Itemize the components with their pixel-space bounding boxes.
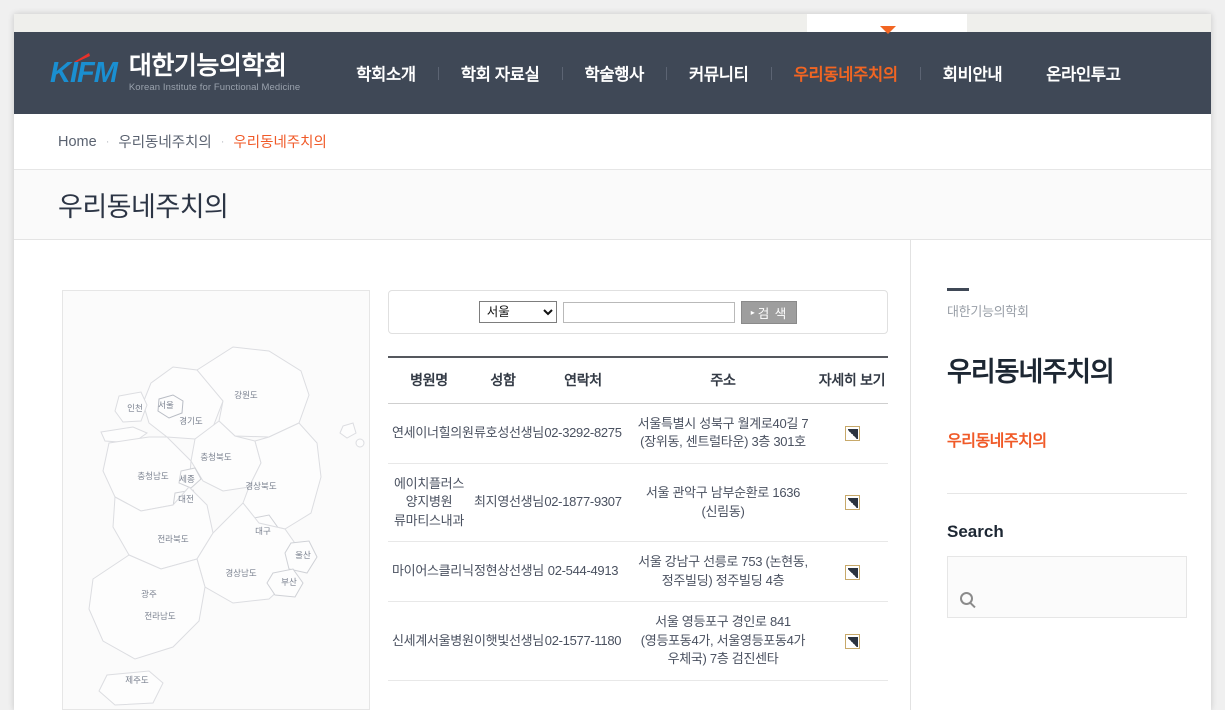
map-label-3[interactable]: 강원도 [234,390,258,400]
sidebar-eyebrow: 대한기능의학회 [947,304,1029,319]
map-label-14[interactable]: 광주 [141,589,157,599]
col-address: 주소 [630,356,816,404]
main-content: 인천 서울경기도 강원도충청북도충청남도 세종대전 경상북도전라북도 대구울산경상남도부산… [14,240,910,710]
map-label-10[interactable]: 대구 [255,526,271,536]
sidebar: 대한기능의학회 우리동네주치의 우리동네주치의 Search [910,240,1211,710]
nav-item-2[interactable]: 학술행사 [563,61,667,85]
map-label-4[interactable]: 충청북도 [200,452,231,462]
external-link-icon[interactable] [844,633,860,649]
sidebar-title: 우리동네주치의 [947,357,1115,387]
clinic-list-column: 서울 ▸ 검 색 병원명 성함 연락처 주소 자세히 보기 연세이너힐의원 류호… [388,290,888,710]
cell-contact: 02-3292-8275 [536,403,630,464]
chevron-down-icon [880,26,896,34]
nav-item-5[interactable]: 회비안내 [921,61,1025,85]
nav-item-4[interactable]: 우리동네주치의 [772,61,920,85]
map-label-1[interactable]: 서울 [158,400,174,410]
cell-contact: 02-1877-9307 [536,463,630,543]
map-label-5[interactable]: 충청남도 [137,471,168,481]
korea-region-map[interactable]: 인천 서울경기도 강원도충청북도충청남도 세종대전 경상북도전라북도 대구울산경상남도부산… [62,290,370,710]
sidebar-search-input[interactable] [947,556,1187,618]
caret-right-icon: ▸ [750,307,756,317]
cell-details [816,541,888,603]
cell-doctor: 류호성선생님 [470,403,544,464]
keyword-input[interactable] [562,301,735,323]
sidebar-search-heading: Search [947,522,1004,541]
breadcrumb: Home · 우리동네주치의 · 우리동네주치의 [14,114,1211,170]
logo-abbr: KIFM [50,52,118,90]
map-label-12[interactable]: 경상남도 [225,568,256,578]
nav-dropdown-strip [14,14,1211,34]
breadcrumb-level1[interactable]: 우리동네주치의 [118,131,211,152]
page-container: KIFM 대한기능의학회 Korean Institute for Functi… [14,14,1211,710]
breadcrumb-home[interactable]: Home [58,134,97,150]
map-label-6[interactable]: 세종 [179,474,195,484]
logo-name-en: Korean Institute for Functional Medicine [128,81,301,93]
cell-hospital: 마이어스클리닉 [388,541,474,603]
cell-details [816,463,888,543]
cell-contact: 02-1577-1180 [536,601,630,681]
external-link-icon[interactable] [844,426,860,442]
logo-swoosh-icon [74,52,90,62]
table-row: 에이치플러스 양지병원 류마티스내과 최지영선생님 02-1877-9307 서울 관… [388,463,888,543]
map-label-9[interactable]: 전라북도 [157,534,188,544]
map-label-7[interactable]: 대전 [178,494,194,504]
cell-doctor: 이햇빛선생님 [470,601,544,681]
sidebar-dash [947,288,969,291]
cell-hospital: 연세이너힐의원 [388,403,474,464]
map-label-8[interactable]: 경상북도 [245,481,276,491]
breadcrumb-separator: · [105,135,110,148]
map-label-16[interactable]: 제주도 [125,675,149,685]
col-doctor: 성함 [470,356,536,404]
main-navigation: 학회소개 학회 자료실 학술행사 커뮤니티 우리동네주치의 회비안내 온라인투고 [334,61,1142,85]
cell-hospital: 신세계서울병원 [388,601,474,681]
map-label-0[interactable]: 인천 [127,403,143,413]
cell-details [816,403,888,464]
map-label-13[interactable]: 부산 [281,577,297,587]
nav-item-3[interactable]: 커뮤니티 [667,61,771,85]
cell-hospital: 에이치플러스 양지병원 류마티스내과 [388,463,470,543]
search-button[interactable]: ▸ 검 색 [740,300,798,324]
breadcrumb-level2: 우리동네주치의 [233,135,327,151]
external-link-icon[interactable] [844,564,860,580]
table-row: 마이어스클리닉 정현상선생님 02-544-4913 서울 강남구 선릉로 753 (… [388,541,888,603]
map-label-11[interactable]: 울산 [295,550,311,560]
map-label-15[interactable]: 전라남도 [144,611,175,621]
col-hospital: 병원명 [388,356,470,404]
nav-item-1[interactable]: 학회 자료실 [439,61,562,85]
logo-name-ko: 대한기능의학회 [128,52,287,81]
breadcrumb-separator: · [220,135,225,148]
cell-address: 서울 강남구 선릉로 753 (논현동, 정주빌딩) 정주빌딩 4층 [630,541,816,603]
clinic-table-body: 연세이너힐의원 류호성선생님 02-3292-8275 서울특별시 성북구 월계로40… [388,403,888,681]
search-icon [960,592,973,605]
table-row: 신세계서울병원 이햇빛선생님 02-1577-1180 서울 영등포구 경인로 841… [388,601,888,681]
nav-item-0[interactable]: 학회소개 [334,61,438,85]
map-label-2[interactable]: 경기도 [179,416,203,426]
cell-address: 서울 관악구 남부순환로 1636 (신림동) [630,463,816,543]
page-title: 우리동네주치의 [58,192,229,222]
site-header: KIFM 대한기능의학회 Korean Institute for Functi… [14,32,1211,114]
cell-contact: 02-544-4913 [536,541,630,603]
page-body: 인천 서울경기도 강원도충청북도충청남도 세종대전 경상북도전라북도 대구울산경상남도부산… [14,240,1211,710]
sidebar-item-uridongne[interactable]: 우리동네주치의 [947,427,1211,451]
page-title-band: 우리동네주치의 [14,170,1211,240]
col-details: 자세히 보기 [816,356,888,404]
clinic-table: 병원명 성함 연락처 주소 자세히 보기 연세이너힐의원 류호성선생님 02-329… [388,356,888,681]
cell-doctor: 최지영선생님 [470,463,544,543]
cell-address: 서울 영등포구 경인로 841 (영등포동4가, 서울영등포동4가 우체국) 7… [630,601,816,681]
nav-item-6[interactable]: 온라인투고 [1024,61,1142,85]
site-logo[interactable]: KIFM 대한기능의학회 Korean Institute for Functi… [50,52,301,93]
sidebar-divider [947,493,1187,494]
table-header-row: 병원명 성함 연락처 주소 자세히 보기 [388,356,888,404]
table-row: 연세이너힐의원 류호성선생님 02-3292-8275 서울특별시 성북구 월계로40… [388,403,888,464]
korea-map-svg: 인천 서울경기도 강원도충청북도충청남도 세종대전 경상북도전라북도 대구울산경상남도부산… [88,346,365,706]
cell-doctor: 정현상선생님 [470,541,544,603]
clinic-search-panel: 서울 ▸ 검 색 [388,290,888,334]
col-contact: 연락처 [536,356,630,404]
cell-details [816,601,888,681]
cell-address: 서울특별시 성북구 월계로40길 7 (장위동, 센트럴타운) 3층 301호 [630,403,816,464]
region-select[interactable]: 서울 [478,301,557,323]
search-button-label: 검 색 [757,306,788,321]
external-link-icon[interactable] [844,495,860,511]
